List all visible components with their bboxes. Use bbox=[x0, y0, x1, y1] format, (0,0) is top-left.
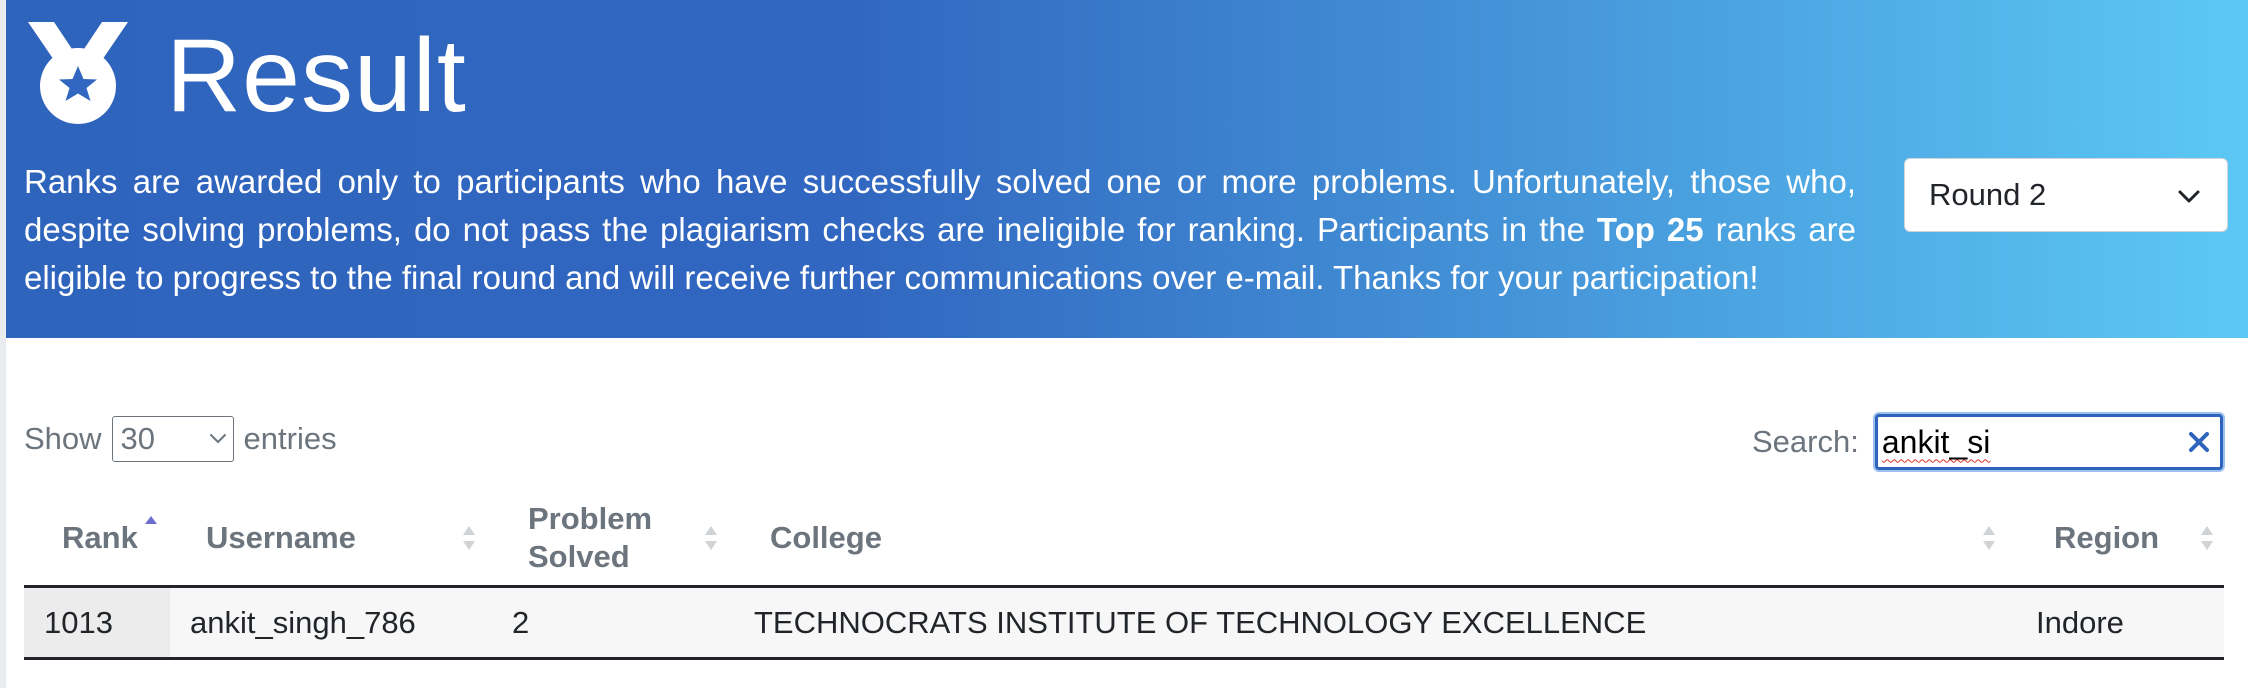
sort-both-icon bbox=[2201, 526, 2213, 550]
chevron-down-icon bbox=[209, 434, 226, 443]
column-header-problem-solved[interactable]: Problem Solved bbox=[528, 488, 688, 588]
round-select[interactable]: Round 2 bbox=[1904, 158, 2228, 232]
table-row: 1013 ankit_singh_786 2 TECHNOCRATS INSTI… bbox=[24, 588, 2224, 660]
column-header-region[interactable]: Region bbox=[2054, 488, 2159, 588]
page-title: Result bbox=[166, 18, 467, 134]
column-header-college[interactable]: College bbox=[770, 488, 882, 588]
column-header-rank[interactable]: Rank bbox=[62, 488, 138, 588]
results-table: Rank Username Problem Solved College Reg… bbox=[24, 488, 2224, 660]
sort-ascending-icon bbox=[145, 516, 157, 524]
description-highlight: Top 25 bbox=[1596, 211, 1704, 248]
chevron-down-icon bbox=[2178, 190, 2200, 203]
table-header: Rank Username Problem Solved College Reg… bbox=[24, 488, 2224, 588]
search-input[interactable]: ankit_si bbox=[1874, 414, 2223, 470]
entries-select[interactable]: 30 bbox=[111, 416, 234, 462]
cell-rank: 1013 bbox=[44, 604, 113, 640]
round-select-value: Round 2 bbox=[1929, 177, 2047, 212]
search-input-value: ankit_si bbox=[1881, 423, 1991, 460]
column-label-region: Region bbox=[2054, 520, 2160, 555]
search-label: Search: bbox=[1752, 424, 1859, 459]
result-banner: Result Ranks are awarded only to partici… bbox=[6, 0, 2248, 338]
column-header-username[interactable]: Username bbox=[206, 488, 356, 588]
search-control: Search: ankit_si bbox=[1752, 414, 2223, 470]
result-description: Ranks are awarded only to participants w… bbox=[24, 158, 1856, 302]
entries-label: entries bbox=[243, 421, 337, 456]
description-text-start: Ranks are awarded only to participants w… bbox=[24, 163, 1856, 248]
cell-region: Indore bbox=[2036, 604, 2124, 640]
column-label-rank: Rank bbox=[62, 520, 138, 555]
medal-icon bbox=[28, 22, 128, 124]
column-label-college: College bbox=[770, 520, 882, 555]
sort-both-icon bbox=[463, 526, 475, 550]
entries-length-control: Show 30 entries bbox=[24, 416, 337, 462]
sort-both-icon bbox=[705, 526, 717, 550]
sort-both-icon bbox=[1983, 526, 1995, 550]
column-label-username: Username bbox=[206, 520, 356, 555]
cell-problem-solved: 2 bbox=[512, 604, 530, 640]
cell-username: ankit_singh_786 bbox=[190, 604, 416, 640]
entries-select-value: 30 bbox=[120, 421, 156, 456]
show-label: Show bbox=[24, 421, 102, 456]
clear-search-icon[interactable] bbox=[2188, 431, 2210, 453]
cell-college: TECHNOCRATS INSTITUTE OF TECHNOLOGY EXCE… bbox=[754, 604, 1647, 640]
column-label-problem-solved: Problem Solved bbox=[528, 501, 653, 574]
